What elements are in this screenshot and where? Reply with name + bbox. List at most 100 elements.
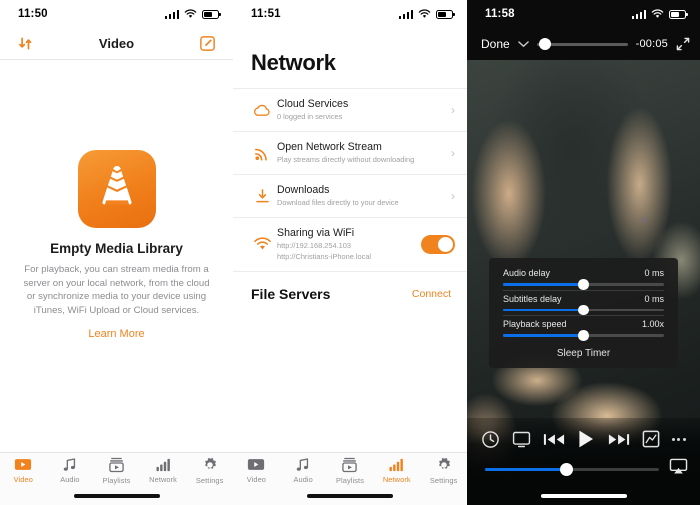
battery-icon — [669, 9, 688, 19]
list-item-subtitle: Play streams directly without downloadin… — [277, 155, 415, 164]
status-clock: 11:51 — [251, 8, 281, 20]
playback-speed-control[interactable]: Playback speed 1.00x — [489, 316, 678, 341]
network-bars-icon — [156, 458, 170, 472]
home-indicator[interactable] — [73, 494, 160, 498]
subtitles-delay-control[interactable]: Subtitles delay 0 ms — [489, 291, 678, 315]
tab-network[interactable]: Network — [373, 457, 420, 497]
slider-value: 1.00x — [641, 319, 664, 329]
network-bars-icon — [389, 458, 404, 472]
list-item-cloud-services[interactable]: Cloud Services 0 logged in services › — [233, 88, 467, 131]
audio-delay-slider[interactable] — [503, 279, 664, 290]
list-item-text: Open Network Stream Play streams directl… — [277, 141, 445, 165]
video-icon — [248, 459, 265, 470]
tab-settings[interactable]: Settings — [186, 457, 233, 497]
aspect-ratio-screen-icon[interactable] — [512, 431, 531, 448]
tab-label: Video — [246, 475, 267, 484]
status-bar: 11:51 — [233, 0, 467, 28]
status-icons — [631, 9, 688, 19]
tab-network[interactable]: Network — [140, 457, 187, 497]
gear-icon — [438, 457, 450, 469]
wifi-icon — [418, 9, 431, 18]
tab-video[interactable]: Video — [0, 457, 47, 497]
more-options-icon[interactable] — [671, 437, 686, 441]
status-bar: 11:50 — [0, 0, 233, 28]
tab-playlists[interactable]: Playlists — [327, 457, 374, 497]
music-note-icon — [296, 458, 309, 471]
done-button[interactable]: Done — [481, 37, 510, 51]
connect-button[interactable]: Connect — [412, 288, 451, 300]
tab-label: Audio — [60, 475, 80, 484]
transport-controls — [467, 418, 700, 454]
airplay-icon[interactable] — [669, 458, 688, 480]
battery-icon — [202, 9, 221, 19]
chevron-right-icon: › — [451, 189, 455, 203]
list-item-subtitle-hostname: http://Christians-iPhone.local — [277, 252, 372, 261]
cloud-icon — [247, 103, 277, 118]
chevron-right-icon: › — [451, 146, 455, 160]
playback-speed-slider[interactable] — [503, 330, 664, 341]
video-equalizer-icon[interactable] — [642, 430, 660, 448]
tab-audio[interactable]: Audio — [47, 457, 94, 497]
next-track-icon[interactable] — [608, 432, 630, 447]
sleep-timer-button[interactable]: Sleep Timer — [489, 341, 678, 365]
vlc-cone-logo-icon — [77, 150, 156, 228]
playlists-icon — [109, 457, 124, 473]
list-item-title: Downloads — [277, 184, 330, 196]
player-top-bar: 11:58 Done -00:05 — [467, 0, 700, 60]
expand-fullscreen-icon[interactable] — [676, 37, 690, 51]
sort-icon[interactable] — [14, 33, 36, 55]
edit-compose-icon[interactable] — [197, 33, 219, 55]
wifi-share-icon — [247, 237, 277, 252]
remaining-time-label: -00:05 — [635, 38, 668, 50]
tab-settings[interactable]: Settings — [420, 457, 467, 497]
tab-video[interactable]: Video — [233, 457, 280, 497]
gear-icon — [204, 457, 216, 469]
subtitles-delay-slider[interactable] — [503, 304, 664, 315]
slider-label: Subtitles delay — [503, 293, 562, 304]
list-item-title: Sharing via WiFi — [277, 227, 355, 239]
play-icon[interactable] — [577, 429, 595, 449]
playlists-icon — [342, 457, 358, 473]
tab-label: Settings — [429, 476, 458, 485]
volume-slider[interactable] — [485, 462, 659, 476]
tab-bar: Video Audio Playlists Network Settings — [233, 452, 467, 505]
previous-track-icon[interactable] — [543, 432, 565, 447]
player-control-bar — [467, 418, 700, 505]
wifi-icon — [184, 9, 197, 18]
chevron-down-icon[interactable] — [517, 40, 529, 48]
volume-row — [467, 454, 700, 480]
tab-label: Playlists — [335, 476, 364, 485]
list-item-subtitle: Download files directly to your device — [277, 198, 399, 207]
audio-delay-control[interactable]: Audio delay 0 ms — [489, 265, 678, 290]
list-item-title: Open Network Stream — [277, 141, 382, 153]
list-item-downloads[interactable]: Downloads Download files directly to you… — [233, 174, 467, 217]
playback-scrubber[interactable] — [536, 38, 628, 50]
status-icons — [398, 9, 455, 19]
home-indicator[interactable] — [307, 494, 393, 498]
tab-audio[interactable]: Audio — [280, 457, 327, 497]
tab-playlists[interactable]: Playlists — [93, 457, 140, 497]
empty-library-description: For playback, you can stream media from … — [23, 264, 210, 316]
list-item-sharing-via-wifi[interactable]: Sharing via WiFi http://192.168.254.103 … — [233, 217, 467, 271]
tab-bar: Video Audio Playlists Network Settings — [0, 452, 233, 505]
clock-icon[interactable] — [481, 430, 500, 449]
list-item-text: Cloud Services 0 logged in services — [277, 98, 445, 122]
learn-more-link[interactable]: Learn More — [88, 328, 144, 340]
status-clock: 11:50 — [18, 8, 48, 20]
status-clock: 11:58 — [485, 8, 515, 20]
wifi-sharing-toggle[interactable] — [421, 235, 455, 254]
status-bar: 11:58 — [467, 0, 700, 28]
slider-label: Audio delay — [503, 268, 551, 278]
home-indicator[interactable] — [540, 494, 627, 498]
list-item-title: Cloud Services — [277, 98, 349, 110]
screenshot-root: 11:50 Video Empty Media Library For play… — [0, 0, 700, 505]
download-icon — [247, 188, 277, 205]
battery-icon — [436, 9, 455, 19]
section-title: File Servers — [251, 286, 331, 302]
broadcast-stream-icon — [247, 145, 277, 162]
cellular-bars-icon — [164, 9, 179, 19]
status-icons — [164, 9, 221, 19]
list-item-open-network-stream[interactable]: Open Network Stream Play streams directl… — [233, 131, 467, 174]
tab-label: Settings — [195, 476, 224, 485]
cellular-bars-icon — [631, 9, 646, 19]
